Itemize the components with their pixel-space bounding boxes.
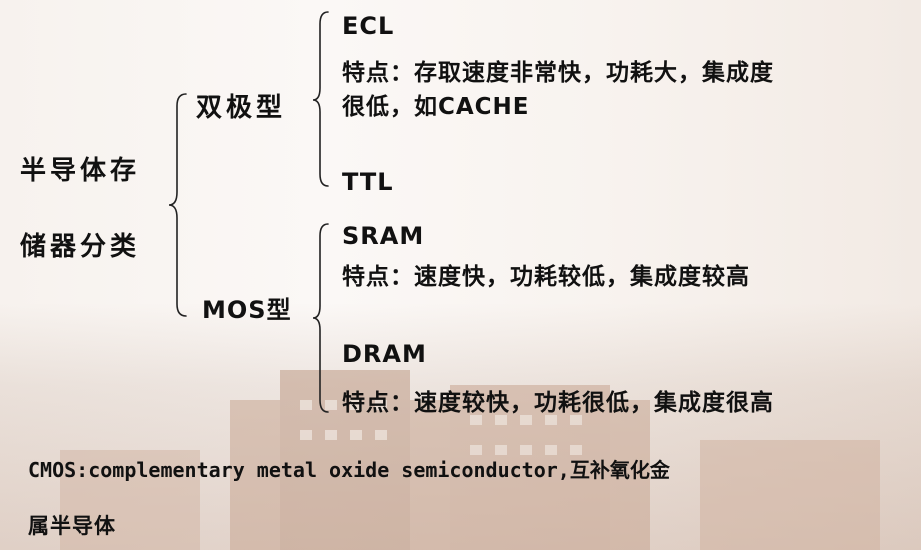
root-label-line2: 储器分类 xyxy=(20,232,141,262)
ecl-feature-line1: 特点：存取速度非常快，功耗大，集成度 xyxy=(342,60,774,86)
bipolar-brace xyxy=(312,11,329,187)
sram-feature: 特点：速度快，功耗较低，集成度较高 xyxy=(342,264,750,290)
dram-label: DRAM xyxy=(342,340,427,368)
background-building-image xyxy=(60,370,880,550)
root-brace xyxy=(168,93,187,317)
ttl-label: TTL xyxy=(342,168,394,196)
dram-feature: 特点：速度较快，功耗很低，集成度很高 xyxy=(342,390,774,416)
mos-label: MOS型 xyxy=(202,296,292,324)
mos-brace xyxy=(312,223,329,413)
bipolar-label: 双极型 xyxy=(196,93,287,123)
cmos-note-line2: 属半导体 xyxy=(28,514,116,538)
root-label-line1: 半导体存 xyxy=(20,156,141,186)
ecl-label: ECL xyxy=(342,12,395,40)
sram-label: SRAM xyxy=(342,222,425,250)
cmos-note-line1: CMOS:complementary metal oxide semicondu… xyxy=(28,458,670,482)
ecl-feature-line2: 很低，如CACHE xyxy=(342,94,530,120)
